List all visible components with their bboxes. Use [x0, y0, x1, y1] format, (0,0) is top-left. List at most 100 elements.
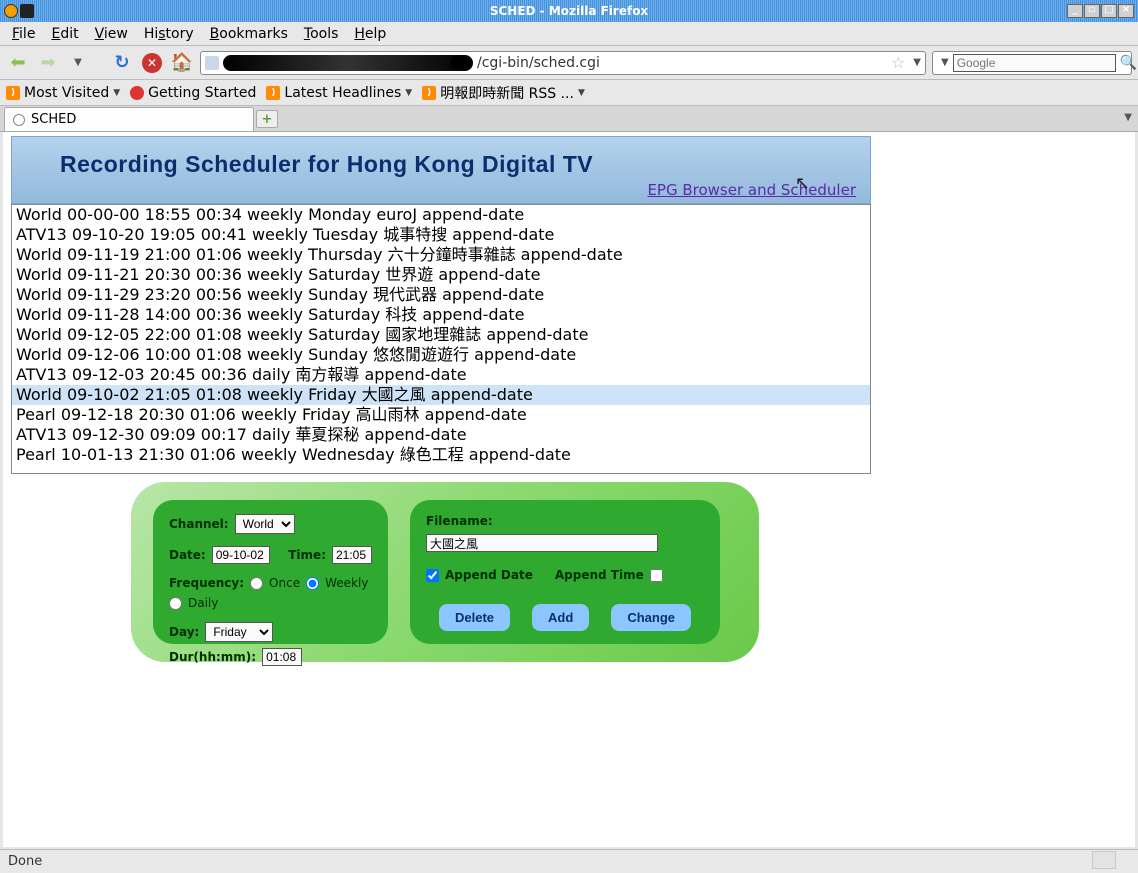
bookmark-item-1[interactable]: Getting Started [130, 85, 256, 101]
append-time-label: Append Time [555, 568, 644, 582]
time-label: Time: [288, 548, 326, 562]
form-left-panel: Channel: World Date: Time: Frequency: On… [153, 500, 388, 644]
change-button[interactable]: Change [611, 604, 691, 631]
rss-icon: ) [266, 86, 280, 100]
url-bar[interactable]: /cgi-bin/sched.cgi ☆ ▼ [200, 51, 926, 75]
bookmark-item-0[interactable]: ) Most Visited ▼ [6, 85, 120, 101]
day-label: Day: [169, 625, 199, 639]
delete-button[interactable]: Delete [439, 604, 510, 631]
channel-select[interactable]: World [235, 514, 295, 534]
add-button[interactable]: Add [532, 604, 589, 631]
status-icon [1092, 851, 1116, 869]
search-input[interactable] [953, 54, 1116, 72]
schedule-row[interactable]: World 09-11-19 21:00 01:06 weekly Thursd… [12, 245, 870, 265]
rss-icon: ) [6, 86, 20, 100]
menu-tools[interactable]: Tools [298, 24, 345, 44]
home-button[interactable]: 🏠 [170, 51, 194, 75]
bookmark-label: Latest Headlines [284, 85, 401, 101]
append-date-checkbox[interactable] [426, 569, 439, 582]
bookmark-item-3[interactable]: ) 明報即時新聞 RSS ... ▼ [422, 83, 585, 103]
bookmarks-toolbar: ) Most Visited ▼ Getting Started) Latest Hea… [0, 80, 1138, 106]
schedule-row[interactable]: ATV13 09-12-03 20:45 00:36 daily 南方報導 ap… [12, 365, 870, 385]
page-title: Recording Scheduler for Hong Kong Digita… [60, 151, 593, 178]
window-titlebar: SCHED - Mozilla Firefox _ ▫ □ × [0, 0, 1138, 22]
search-engine-dropdown[interactable]: ▼ [941, 57, 949, 68]
navigation-toolbar: ⬅ ➡ ▼ ↻ ✕ 🏠 /cgi-bin/sched.cgi ☆ ▼ ▼ 🔍 [0, 46, 1138, 80]
search-icon[interactable]: 🔍 [1120, 55, 1137, 71]
stop-button[interactable]: ✕ [140, 51, 164, 75]
schedule-row[interactable]: ATV13 09-10-20 19:05 00:41 weekly Tuesda… [12, 225, 870, 245]
frequency-label: Frequency: [169, 576, 244, 590]
tab-favicon [13, 114, 25, 126]
app-icon [20, 4, 34, 18]
restore-button[interactable]: ▫ [1084, 4, 1100, 18]
status-text: Done [8, 854, 42, 869]
close-button[interactable]: × [1118, 4, 1134, 18]
back-button[interactable]: ⬅ [6, 51, 30, 75]
reload-button[interactable]: ↻ [110, 51, 134, 75]
menu-history[interactable]: History [138, 24, 200, 44]
menu-file[interactable]: File [6, 24, 41, 44]
time-input[interactable] [332, 546, 372, 564]
schedule-row[interactable]: World 09-10-02 21:05 01:08 weekly Friday… [12, 385, 870, 405]
chevron-down-icon: ▼ [578, 88, 585, 98]
firefox-icon [4, 4, 18, 18]
freq-daily-label: Daily [188, 596, 218, 610]
freq-weekly-radio[interactable] [306, 577, 319, 590]
bookmark-label: Getting Started [148, 85, 256, 101]
schedule-list[interactable]: World 00-00-00 18:55 00:34 weekly Monday… [11, 204, 871, 474]
form-panel: Channel: World Date: Time: Frequency: On… [131, 482, 759, 662]
freq-weekly-label: Weekly [325, 576, 368, 590]
date-label: Date: [169, 548, 206, 562]
minimize-button[interactable]: _ [1067, 4, 1083, 18]
tab-sched[interactable]: SCHED [4, 107, 254, 131]
menu-view[interactable]: View [89, 24, 134, 44]
menu-bookmarks[interactable]: Bookmarks [204, 24, 294, 44]
epg-browser-link[interactable]: EPG Browser and Scheduler [647, 181, 856, 199]
page-content: Recording Scheduler for Hong Kong Digita… [3, 132, 1135, 847]
duration-input[interactable] [262, 648, 302, 666]
date-input[interactable] [212, 546, 270, 564]
freq-daily-radio[interactable] [169, 597, 182, 610]
schedule-row[interactable]: World 09-11-29 23:20 00:56 weekly Sunday… [12, 285, 870, 305]
site-favicon [205, 56, 219, 70]
maximize-button[interactable]: □ [1101, 4, 1117, 18]
tab-strip: SCHED + ▼ [0, 106, 1138, 132]
menu-edit[interactable]: Edit [45, 24, 84, 44]
chevron-down-icon: ▼ [405, 88, 412, 98]
duration-label: Dur(hh:mm): [169, 650, 256, 664]
schedule-row[interactable]: World 09-12-06 10:00 01:08 weekly Sunday… [12, 345, 870, 365]
schedule-row[interactable]: World 09-11-21 20:30 00:36 weekly Saturd… [12, 265, 870, 285]
new-tab-button[interactable]: + [256, 110, 278, 128]
freq-once-radio[interactable] [250, 577, 263, 590]
schedule-row[interactable]: World 09-11-28 14:00 00:36 weekly Saturd… [12, 305, 870, 325]
history-dropdown[interactable]: ▼ [66, 51, 90, 75]
bookmark-label: 明報即時新聞 RSS ... [440, 83, 574, 103]
menu-help[interactable]: Help [348, 24, 392, 44]
chevron-down-icon: ▼ [113, 88, 120, 98]
search-box[interactable]: ▼ 🔍 [932, 51, 1132, 75]
url-text: /cgi-bin/sched.cgi [477, 55, 600, 71]
window-title: SCHED - Mozilla Firefox [490, 4, 648, 18]
rss-icon: ) [422, 86, 436, 100]
schedule-row[interactable]: Pearl 10-01-13 21:30 01:06 weekly Wednes… [12, 445, 870, 465]
schedule-row[interactable]: World 09-12-05 22:00 01:08 weekly Saturd… [12, 325, 870, 345]
bookmark-label: Most Visited [24, 85, 109, 101]
status-bar: Done [0, 849, 1138, 873]
form-right-panel: Filename: Append Date Append Time Delete… [410, 500, 720, 644]
mouse-cursor-icon: ↖ [795, 173, 810, 194]
filename-input[interactable] [426, 534, 658, 552]
forward-button[interactable]: ➡ [36, 51, 60, 75]
schedule-row[interactable]: ATV13 09-12-30 09:09 00:17 daily 華夏探秘 ap… [12, 425, 870, 445]
append-time-checkbox[interactable] [650, 569, 663, 582]
schedule-row[interactable]: Pearl 09-12-18 20:30 01:06 weekly Friday… [12, 405, 870, 425]
freq-once-label: Once [269, 576, 300, 590]
tab-list-dropdown[interactable]: ▼ [1124, 112, 1132, 123]
tab-label: SCHED [31, 112, 76, 127]
schedule-row[interactable]: World 00-00-00 18:55 00:34 weekly Monday… [12, 205, 870, 225]
channel-label: Channel: [169, 517, 229, 531]
bookmark-item-2[interactable]: ) Latest Headlines ▼ [266, 85, 412, 101]
bookmark-star-icon[interactable]: ☆ [891, 53, 905, 72]
url-dropdown-icon[interactable]: ▼ [913, 57, 921, 68]
day-select[interactable]: Friday [205, 622, 273, 642]
